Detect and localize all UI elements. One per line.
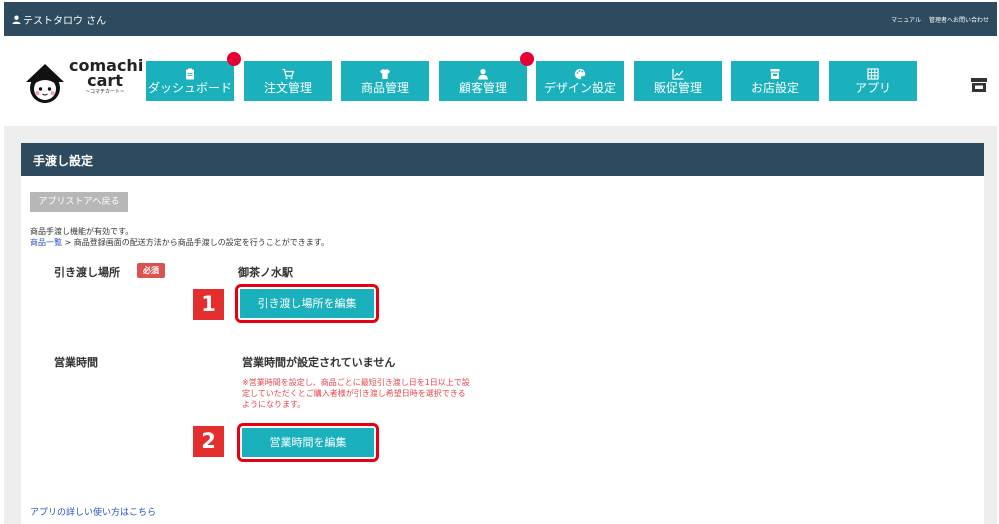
edit-handover-location-button[interactable]: 引き渡し場所を編集 bbox=[239, 288, 375, 319]
user-icon bbox=[478, 68, 488, 80]
required-badge: 必須 bbox=[137, 263, 165, 278]
app-usage-help-link[interactable]: アプリの詳しい使い方はこちら bbox=[30, 505, 156, 518]
comachi-face-icon bbox=[26, 64, 64, 103]
business-hours-note: ※営業時間を設定し、商品ごとに最短引き渡し日を1日以上で設定していただくとご購入… bbox=[242, 378, 470, 409]
handover-location-value: 御茶ノ水駅 bbox=[238, 266, 293, 279]
user-icon bbox=[12, 15, 21, 24]
nav-promotion[interactable]: 販促管理 bbox=[634, 61, 722, 101]
step-marker-1: 1 bbox=[193, 289, 224, 320]
handover-location-label: 引き渡し場所 bbox=[54, 266, 120, 279]
clipboard-icon bbox=[186, 68, 194, 80]
nav-customers[interactable]: 顧客管理 bbox=[439, 61, 527, 101]
logo[interactable]: comachi cart ~コマチカート~ bbox=[22, 58, 143, 108]
palette-icon bbox=[574, 68, 586, 80]
chart-icon bbox=[672, 69, 684, 80]
contact-admin-link[interactable]: 管理者へお問い合わせ bbox=[929, 15, 989, 24]
instruction-text: 商品一覧 > 商品登録画面の配送方法から商品手渡しの設定を行うことができます。 bbox=[30, 238, 329, 247]
nav-apps[interactable]: アプリ bbox=[829, 61, 917, 101]
back-to-appstore-button[interactable]: アプリストアへ戻る bbox=[30, 192, 128, 212]
store-icon bbox=[770, 69, 780, 79]
edit-business-hours-button[interactable]: 営業時間を編集 bbox=[241, 427, 375, 458]
nav-orders[interactable]: 注文管理 bbox=[244, 61, 332, 101]
settings-panel bbox=[21, 176, 984, 524]
user-menu[interactable]: テストタロウ さん bbox=[12, 12, 106, 27]
manual-link[interactable]: マニュアル bbox=[891, 15, 921, 24]
header: comachi cart ~コマチカート~ ダッシュボード 注文管理 商品管理 … bbox=[4, 36, 997, 126]
panel-title: 手渡し設定 bbox=[21, 143, 984, 176]
tshirt-icon bbox=[380, 69, 390, 79]
step-marker-2: 2 bbox=[193, 426, 224, 457]
business-hours-value: 営業時間が設定されていません bbox=[242, 356, 396, 369]
shop-icon[interactable] bbox=[970, 77, 988, 93]
customers-notification-badge bbox=[520, 52, 534, 66]
user-name: テストタロウ さん bbox=[23, 16, 107, 27]
status-text: 商品手渡し機能が有効です。 bbox=[30, 227, 134, 236]
nav-dashboard[interactable]: ダッシュボード bbox=[146, 61, 234, 101]
nav-design-settings[interactable]: デザイン設定 bbox=[536, 61, 624, 101]
nav-store-settings[interactable]: お店設定 bbox=[731, 61, 819, 101]
nav-products[interactable]: 商品管理 bbox=[341, 61, 429, 101]
grid-icon bbox=[867, 68, 879, 80]
business-hours-label: 営業時間 bbox=[54, 356, 98, 369]
product-list-link[interactable]: 商品一覧 bbox=[30, 238, 62, 247]
dashboard-notification-badge bbox=[227, 52, 241, 66]
top-bar: テストタロウ さん マニュアル 管理者へお問い合わせ bbox=[4, 2, 997, 36]
logo-text-line3: ~コマチカート~ bbox=[85, 89, 125, 95]
logo-text-line2: cart bbox=[87, 71, 123, 90]
cart-icon bbox=[282, 68, 295, 80]
